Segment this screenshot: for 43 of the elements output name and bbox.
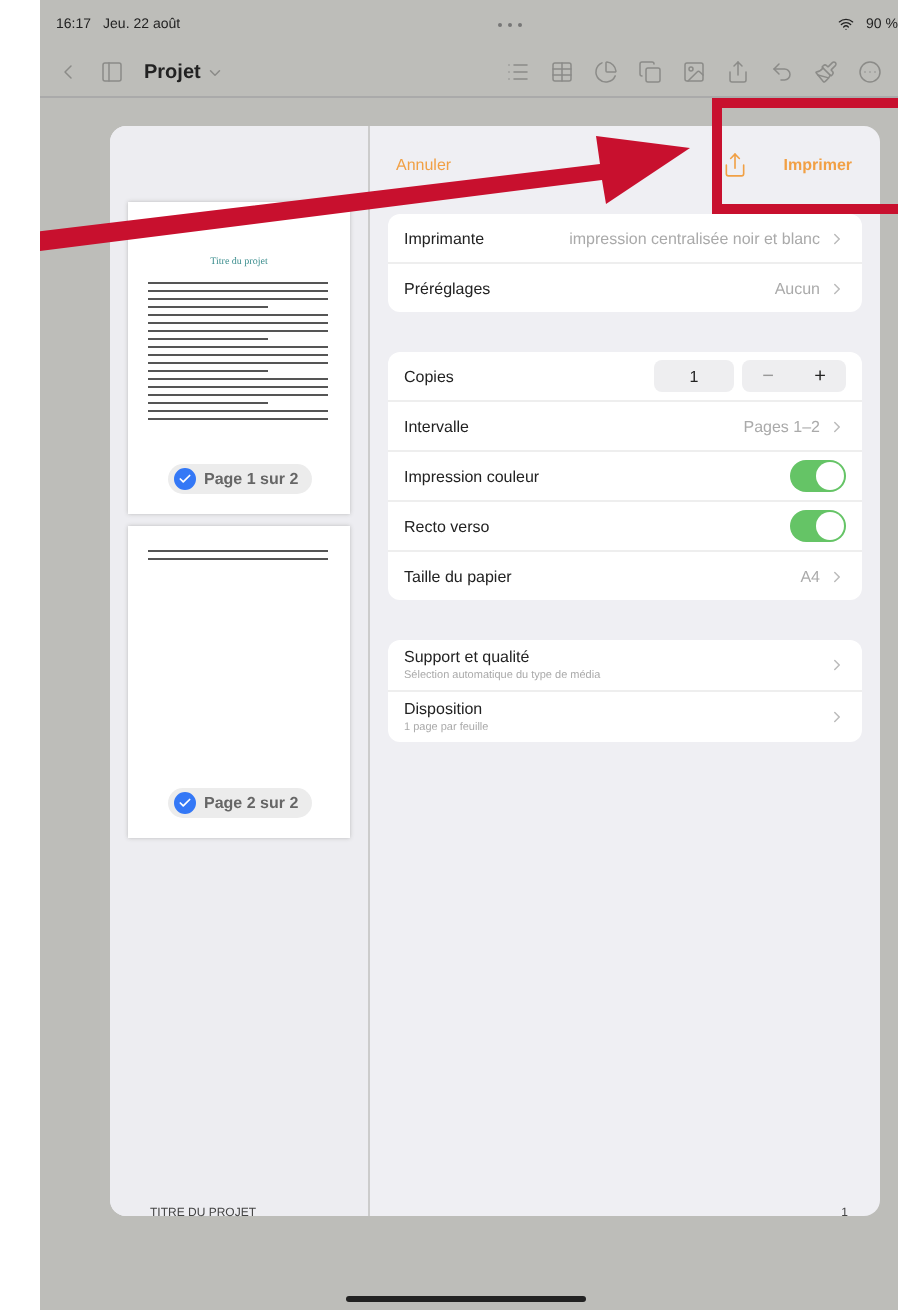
setting-row[interactable]: Préréglages Aucun: [388, 262, 862, 312]
chevron-icon: [828, 708, 846, 726]
share-icon[interactable]: [721, 151, 748, 177]
brush-icon[interactable]: [814, 60, 838, 84]
setting-value: Pages 1–2: [743, 417, 820, 435]
toggle-switch[interactable]: [790, 510, 846, 542]
undo-icon[interactable]: [770, 60, 794, 84]
setting-value: A4: [800, 567, 820, 585]
shapes-icon[interactable]: [638, 60, 662, 84]
setting-label: Imprimante: [404, 229, 487, 247]
copies-field[interactable]: 1: [654, 360, 734, 392]
chevron-icon: [828, 567, 846, 585]
setting-value: impression centralisée noir et blanc: [569, 229, 820, 247]
wifi-icon: [838, 16, 855, 32]
setting-label: Impression couleur: [404, 467, 542, 485]
sidebar-icon[interactable]: [100, 60, 124, 84]
setting-label: Taille du papier: [404, 567, 514, 585]
chart-icon[interactable]: [594, 60, 618, 84]
page-badge[interactable]: Page 1 sur 2: [168, 464, 313, 494]
table-icon[interactable]: [550, 60, 574, 84]
image-icon[interactable]: [682, 60, 706, 84]
stepper[interactable]: − +: [742, 360, 846, 392]
chevron-icon: [828, 279, 846, 297]
setting-row[interactable]: Taille du papier A4: [388, 550, 862, 600]
setting-label: Copies: [404, 367, 456, 385]
page-badge[interactable]: Page 2 sur 2: [168, 788, 313, 818]
chevron-icon: [828, 656, 846, 674]
dots-icon: [495, 21, 524, 27]
increment-button[interactable]: +: [794, 365, 846, 387]
setting-label: Préréglages: [404, 279, 493, 297]
setting-row[interactable]: Imprimante impression centralisée noir et blanc: [388, 214, 862, 262]
page-preview[interactable]: Page 2 sur 2: [128, 526, 350, 838]
setting-label: Intervalle: [404, 417, 471, 435]
setting-label: Recto verso: [404, 517, 492, 535]
setting-label: Disposition: [404, 700, 485, 718]
chevron-icon: [828, 417, 846, 435]
toggle-switch[interactable]: [790, 460, 846, 492]
chevron-icon: [828, 229, 846, 247]
more-icon[interactable]: [858, 60, 882, 84]
setting-label: Support et qualité: [404, 648, 532, 666]
document-title[interactable]: Projet: [144, 61, 201, 83]
setting-row[interactable]: Intervalle Pages 1–2: [388, 400, 862, 450]
setting-value: Aucun: [774, 279, 820, 297]
